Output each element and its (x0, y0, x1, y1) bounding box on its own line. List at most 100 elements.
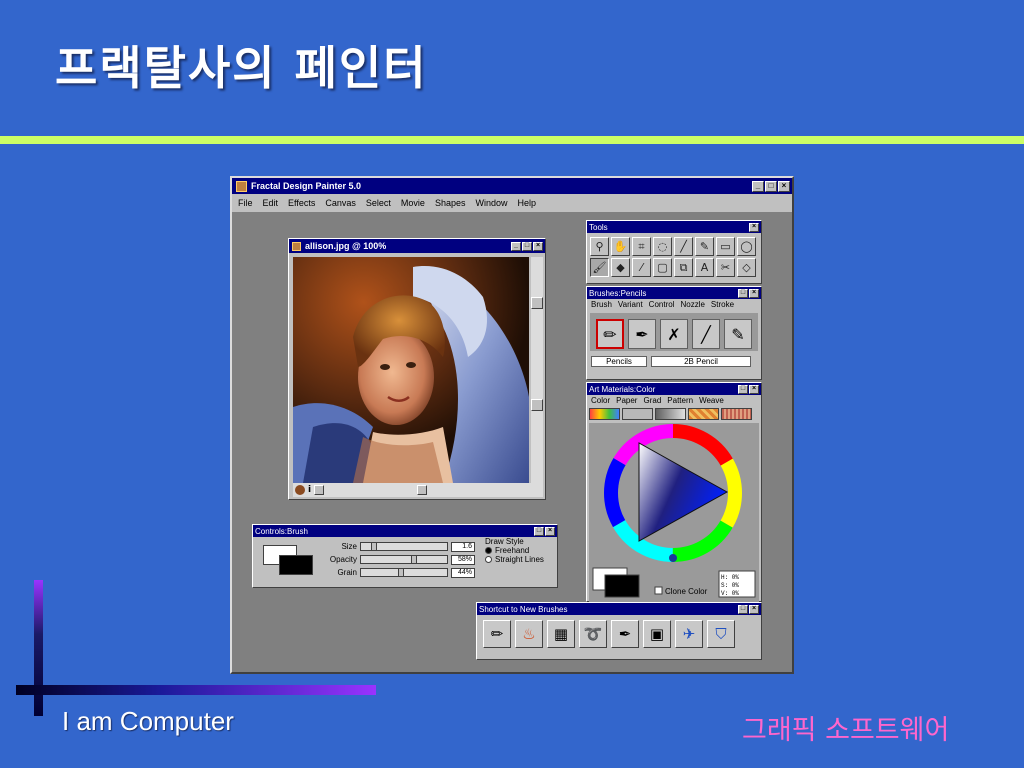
pen-brush-icon[interactable]: ✒ (628, 319, 656, 349)
tab-pattern[interactable]: Pattern (667, 396, 693, 405)
floater-icon[interactable]: ⧉ (674, 258, 693, 277)
menu-canvas[interactable]: Canvas (325, 198, 356, 208)
canvas-photo[interactable] (293, 257, 529, 483)
scissors-icon[interactable]: ✂ (716, 258, 735, 277)
tab-grad[interactable]: Grad (643, 396, 661, 405)
menu-file[interactable]: File (238, 198, 253, 208)
size-value[interactable]: 1.6 (451, 541, 475, 552)
camera-shortcut-icon[interactable]: ▣ (643, 620, 671, 648)
brushes-panel-title[interactable]: Brushes:Pencils □ × (587, 287, 761, 299)
scroll-up-button[interactable] (531, 297, 543, 309)
secondary-color-chip[interactable] (279, 555, 313, 575)
shortcut-brushes-title[interactable]: Shortcut to New Brushes □ × (477, 603, 761, 615)
paper-grain-icon[interactable] (295, 485, 305, 495)
art-materials-title[interactable]: Art Materials:Color □ × (587, 383, 761, 395)
dropper-icon[interactable]: ⁄ (632, 258, 651, 277)
grad-swatch[interactable] (655, 408, 686, 420)
rectangle-icon[interactable]: ▭ (716, 237, 735, 256)
secondary-color-swatch[interactable] (604, 574, 640, 598)
brushes-minimize-button[interactable]: □ (738, 288, 748, 298)
tab-brush[interactable]: Brush (591, 300, 612, 309)
document-horizontal-scrollbar[interactable]: i (293, 483, 543, 497)
grabber-hand-icon[interactable]: ✋ (611, 237, 630, 256)
rect-select-icon[interactable]: ▢ (653, 258, 672, 277)
paint-bucket-icon[interactable]: ◆ (611, 258, 630, 277)
pattern-swatch[interactable] (688, 408, 719, 420)
pencil-shortcut-icon[interactable]: ✏ (483, 620, 511, 648)
menu-help[interactable]: Help (517, 198, 536, 208)
close-button[interactable]: × (778, 180, 790, 192)
art-materials-tab-row: Color Paper Grad Pattern Weave (587, 395, 761, 406)
tab-variant[interactable]: Variant (618, 300, 643, 309)
app-titlebar[interactable]: Fractal Design Painter 5.0 _ □ × (232, 178, 792, 194)
menu-edit[interactable]: Edit (263, 198, 279, 208)
texture-shortcut-icon[interactable]: ▦ (547, 620, 575, 648)
scroll-thumb[interactable] (531, 399, 543, 411)
loop-shortcut-icon[interactable]: ➰ (579, 620, 607, 648)
color-swatch[interactable] (589, 408, 620, 420)
doc-maximize-button[interactable]: □ (522, 241, 532, 251)
straight-lines-radio[interactable] (485, 556, 492, 563)
fire-shortcut-icon[interactable]: ♨ (515, 620, 543, 648)
pen-icon[interactable]: ✎ (695, 237, 714, 256)
document-vertical-scrollbar[interactable] (531, 257, 543, 483)
size-slider[interactable] (360, 542, 448, 551)
paper-swatch[interactable] (622, 408, 653, 420)
shape-icon[interactable]: ◇ (737, 258, 756, 277)
scroll-left-button[interactable] (314, 485, 325, 495)
art-materials-minimize-button[interactable]: □ (738, 384, 748, 394)
doc-minimize-button[interactable]: _ (511, 241, 521, 251)
menu-shapes[interactable]: Shapes (435, 198, 466, 208)
tools-close-button[interactable]: × (749, 222, 759, 232)
pencil-brush-icon[interactable]: ✏ (596, 319, 624, 349)
tab-nozzle[interactable]: Nozzle (680, 300, 704, 309)
clone-color-checkbox[interactable] (654, 586, 663, 595)
weave-swatch[interactable] (721, 408, 752, 420)
portrait-image (293, 257, 529, 483)
doc-close-button[interactable]: × (533, 241, 543, 251)
magnifier-icon[interactable]: ⚲ (590, 237, 609, 256)
badge-shortcut-icon[interactable]: ⛉ (707, 620, 735, 648)
menu-select[interactable]: Select (366, 198, 391, 208)
controls-close-button[interactable]: × (545, 526, 555, 536)
document-titlebar[interactable]: allison.jpg @ 100% _ □ × (289, 239, 545, 253)
tab-paper[interactable]: Paper (616, 396, 637, 405)
menu-effects[interactable]: Effects (288, 198, 315, 208)
menu-movie[interactable]: Movie (401, 198, 425, 208)
grain-slider[interactable] (360, 568, 448, 577)
info-icon[interactable]: i (308, 485, 311, 495)
opacity-slider[interactable] (360, 555, 448, 564)
brushes-close-button[interactable]: × (749, 288, 759, 298)
shortcut-close-button[interactable]: × (749, 604, 759, 614)
eraser-brush-icon[interactable]: ✗ (660, 319, 688, 349)
tab-weave[interactable]: Weave (699, 396, 724, 405)
opacity-value[interactable]: 58% (451, 554, 475, 565)
chalk-brush-icon[interactable]: ╱ (692, 319, 720, 349)
menu-window[interactable]: Window (475, 198, 507, 208)
controls-brush-title[interactable]: Controls:Brush □ × (253, 525, 557, 537)
text-icon[interactable]: A (695, 258, 714, 277)
airbrush-shortcut-icon[interactable]: ✈ (675, 620, 703, 648)
crop-icon[interactable]: ⌗ (632, 237, 651, 256)
shortcut-minimize-button[interactable]: □ (738, 604, 748, 614)
brush-icon[interactable]: 🖌 (590, 258, 609, 277)
crayon-brush-icon[interactable]: ✎ (724, 319, 752, 349)
brush-category-select[interactable]: Pencils (591, 356, 647, 367)
tab-color[interactable]: Color (591, 396, 610, 405)
oval-icon[interactable]: ◯ (737, 237, 756, 256)
minimize-button[interactable]: _ (752, 180, 764, 192)
grain-value[interactable]: 44% (451, 567, 475, 578)
saturation-value-triangle[interactable] (638, 442, 729, 542)
line-icon[interactable]: ╱ (674, 237, 693, 256)
tab-stroke[interactable]: Stroke (711, 300, 734, 309)
horizontal-scroll-thumb[interactable] (417, 485, 428, 495)
art-materials-close-button[interactable]: × (749, 384, 759, 394)
tools-panel-title[interactable]: Tools × (587, 221, 761, 233)
tab-control[interactable]: Control (649, 300, 675, 309)
brush-variant-select[interactable]: 2B Pencil (651, 356, 751, 367)
lasso-icon[interactable]: ◌ (653, 237, 672, 256)
controls-minimize-button[interactable]: □ (534, 526, 544, 536)
maximize-button[interactable]: □ (765, 180, 777, 192)
feather-shortcut-icon[interactable]: ✒ (611, 620, 639, 648)
freehand-radio[interactable] (485, 547, 492, 554)
